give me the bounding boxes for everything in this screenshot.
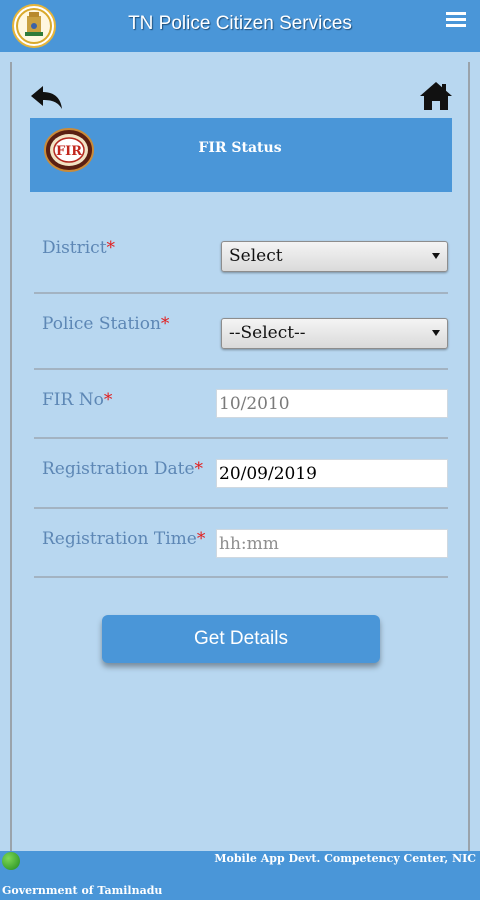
globe-icon	[2, 852, 20, 870]
page-title: FIR Status	[198, 140, 282, 156]
police-station-select[interactable]: --Select--	[221, 318, 448, 349]
registration-date-field[interactable]	[216, 459, 448, 488]
required-marker: *	[194, 459, 204, 479]
police-station-label: Police Station*	[42, 314, 170, 334]
hamburger-menu-icon[interactable]	[446, 12, 466, 28]
fir-no-label: FIR No*	[42, 390, 113, 410]
footer-credit: Mobile App Devt. Competency Center, NIC	[214, 852, 476, 865]
dropdown-arrow-icon	[432, 330, 440, 336]
police-station-select-value: --Select--	[229, 323, 306, 343]
required-marker: *	[196, 529, 206, 549]
divider	[34, 576, 448, 578]
fir-no-field[interactable]	[216, 389, 448, 418]
app-title: TN Police Citizen Services	[128, 13, 352, 34]
get-details-button[interactable]: Get Details	[102, 615, 380, 663]
required-marker: *	[106, 238, 116, 258]
divider	[34, 507, 448, 509]
divider	[34, 437, 448, 439]
divider	[34, 292, 448, 294]
district-label: District*	[42, 238, 116, 258]
home-icon[interactable]	[418, 80, 454, 112]
footer-government: Government of Tamilnadu	[2, 884, 163, 897]
back-arrow-icon[interactable]	[30, 84, 64, 110]
registration-date-label: Registration Date*	[42, 459, 204, 479]
divider	[34, 368, 448, 370]
required-marker: *	[160, 314, 170, 334]
district-select-value: Select	[229, 246, 283, 266]
district-select[interactable]: Select	[221, 241, 448, 272]
required-marker: *	[103, 390, 113, 410]
registration-time-field[interactable]	[216, 529, 448, 558]
dropdown-arrow-icon	[432, 253, 440, 259]
registration-time-label: Registration Time*	[42, 529, 206, 549]
